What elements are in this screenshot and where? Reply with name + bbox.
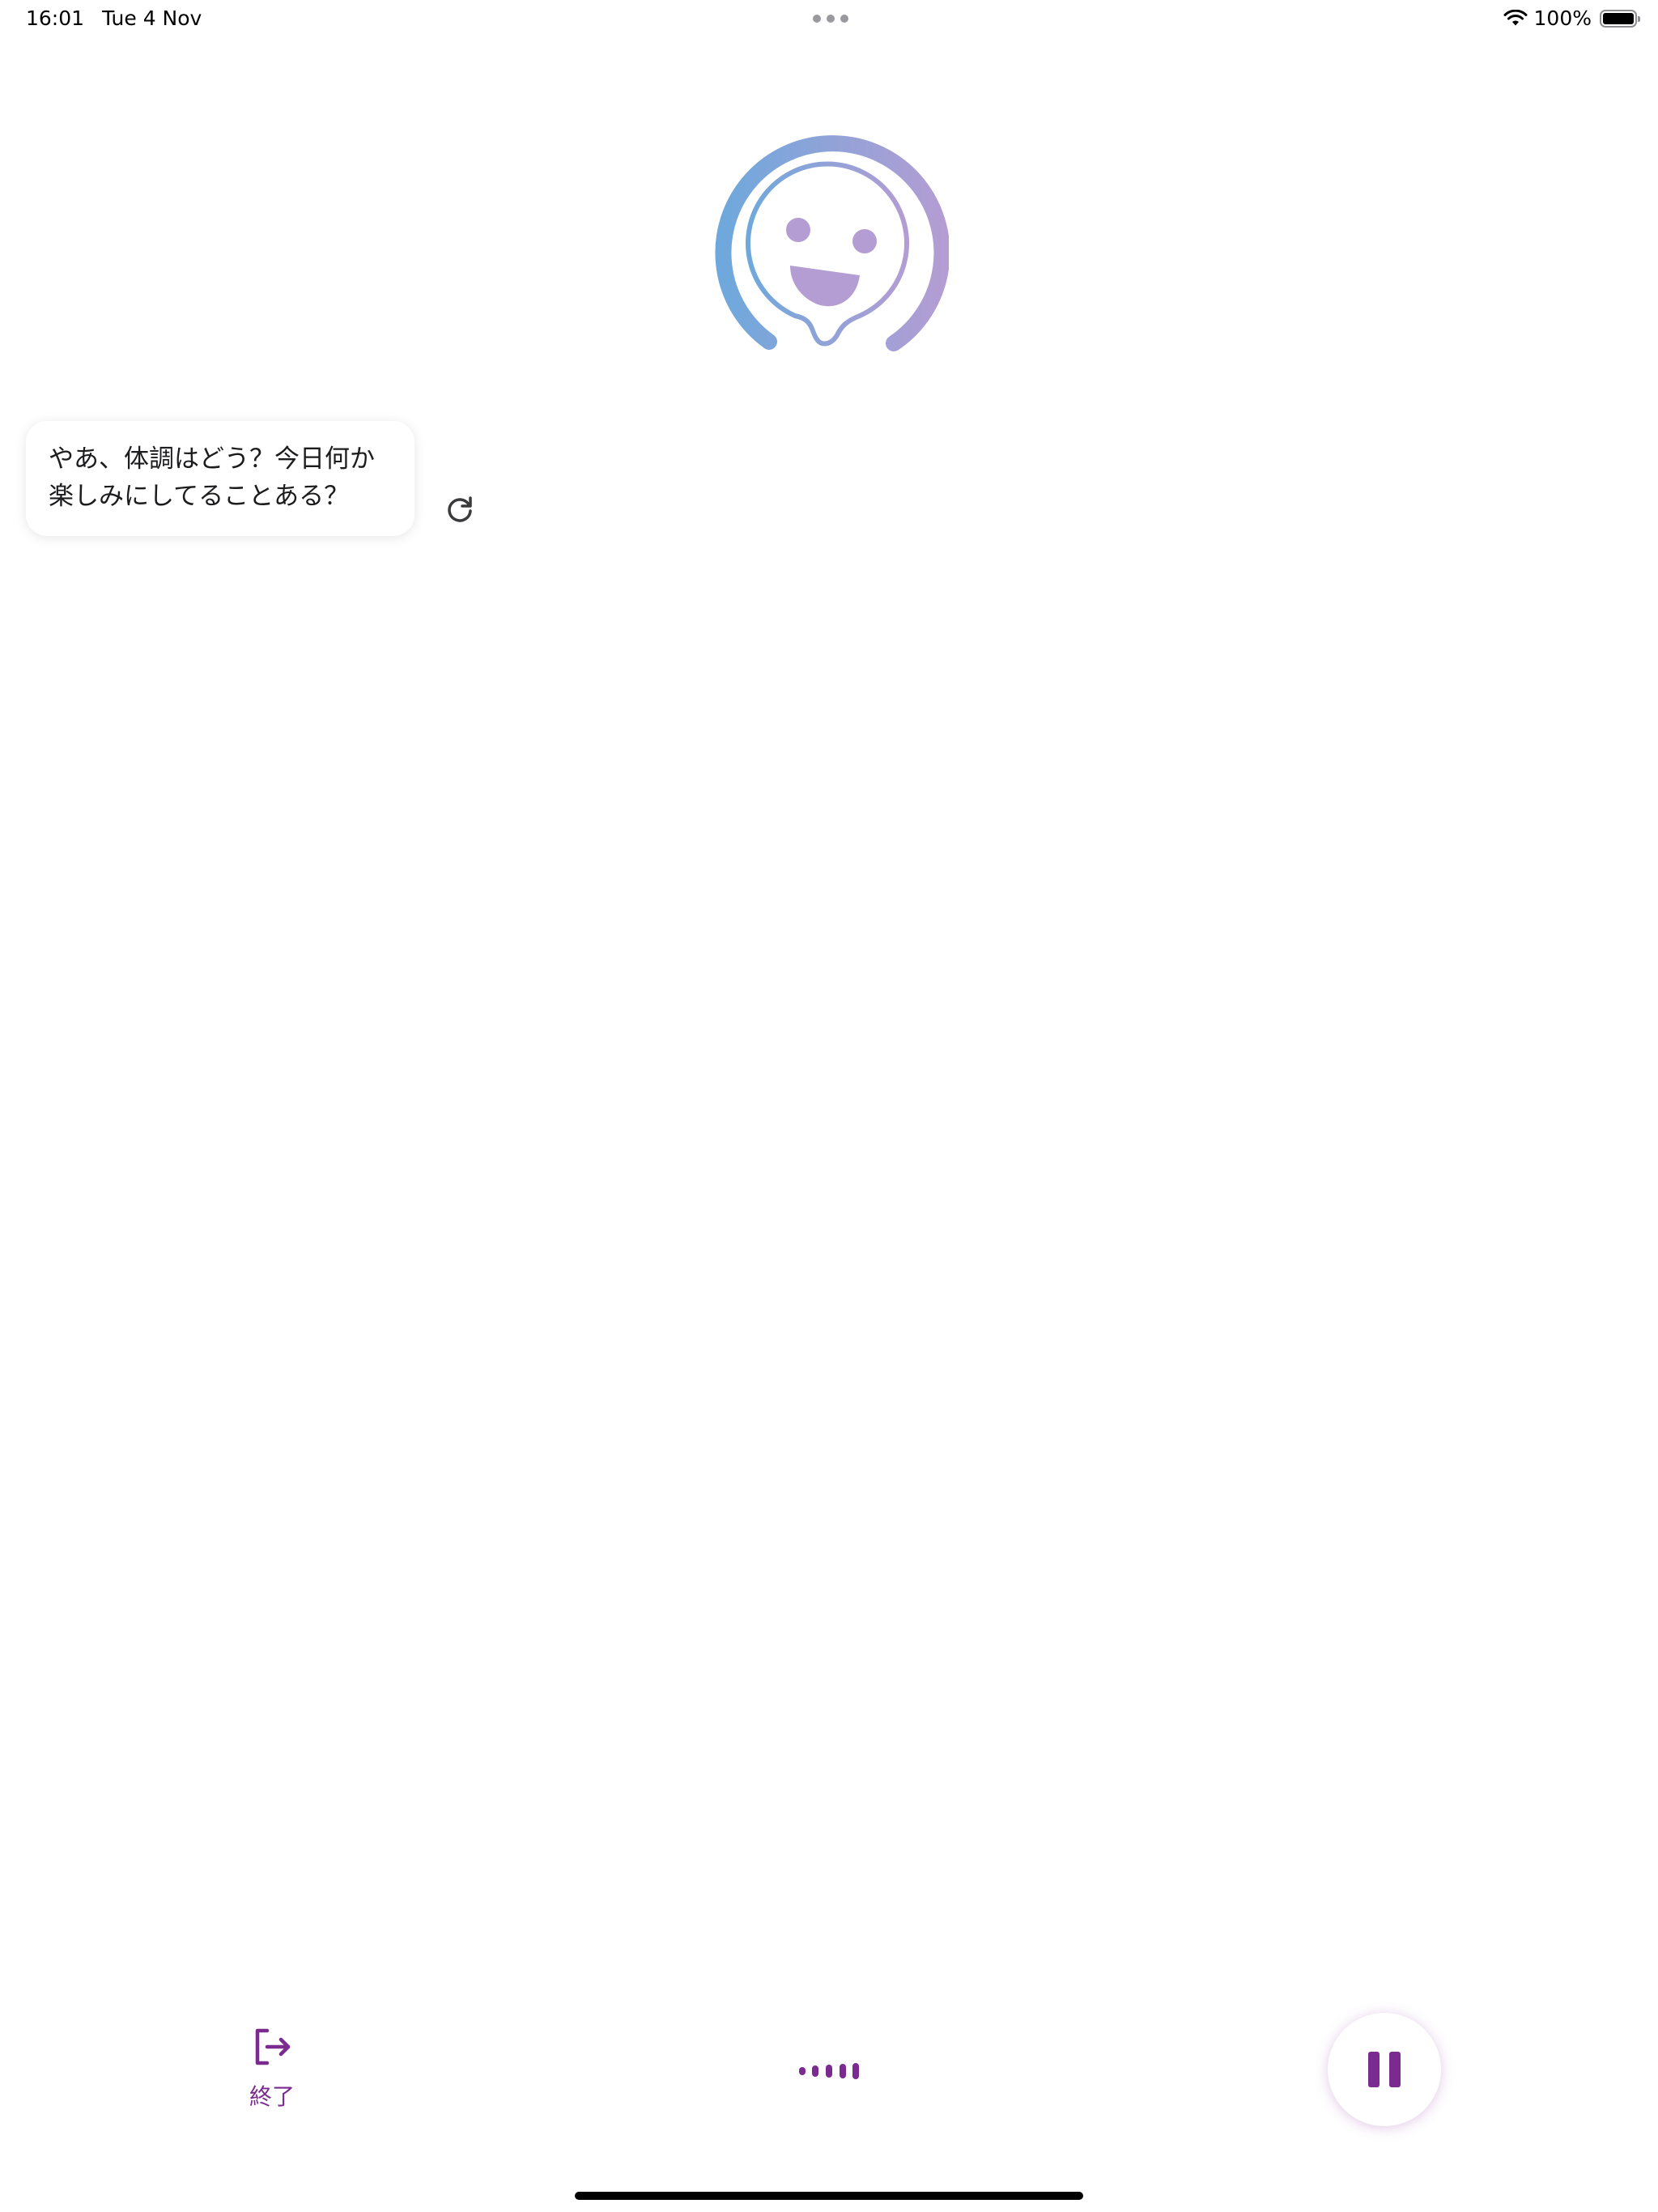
status-bar-left: 16:01 Tue 4 Nov: [26, 6, 202, 30]
multitasking-dots-icon[interactable]: [813, 15, 848, 23]
pause-icon: [1368, 2052, 1401, 2087]
assistant-message-bubble: やあ、体調はどう？今日何か楽しみにしてることある？: [26, 421, 414, 536]
exit-icon: [255, 2028, 291, 2065]
audio-wave-icon: [799, 2063, 859, 2079]
voice-chat-screen: 16:01 Tue 4 Nov 100% やあ、体調はどう？今日何か楽しみにしてる: [0, 0, 1658, 2212]
battery-icon: [1600, 9, 1640, 28]
refresh-icon[interactable]: [444, 493, 476, 525]
status-bar-right: 100%: [1503, 6, 1640, 30]
end-session-button[interactable]: 終了: [235, 2024, 309, 2121]
end-session-label: 終了: [249, 2083, 295, 2110]
wifi-icon: [1503, 9, 1528, 25]
status-date: Tue 4 Nov: [102, 6, 202, 30]
assistant-message-text: やあ、体調はどう？今日何か楽しみにしてることある？: [49, 445, 375, 511]
battery-percentage: 100%: [1533, 6, 1592, 30]
status-time: 16:01: [26, 6, 85, 30]
pause-button[interactable]: [1328, 2013, 1441, 2126]
home-indicator[interactable]: [575, 2192, 1083, 2200]
smiling-mascot-logo-icon: [715, 135, 949, 351]
